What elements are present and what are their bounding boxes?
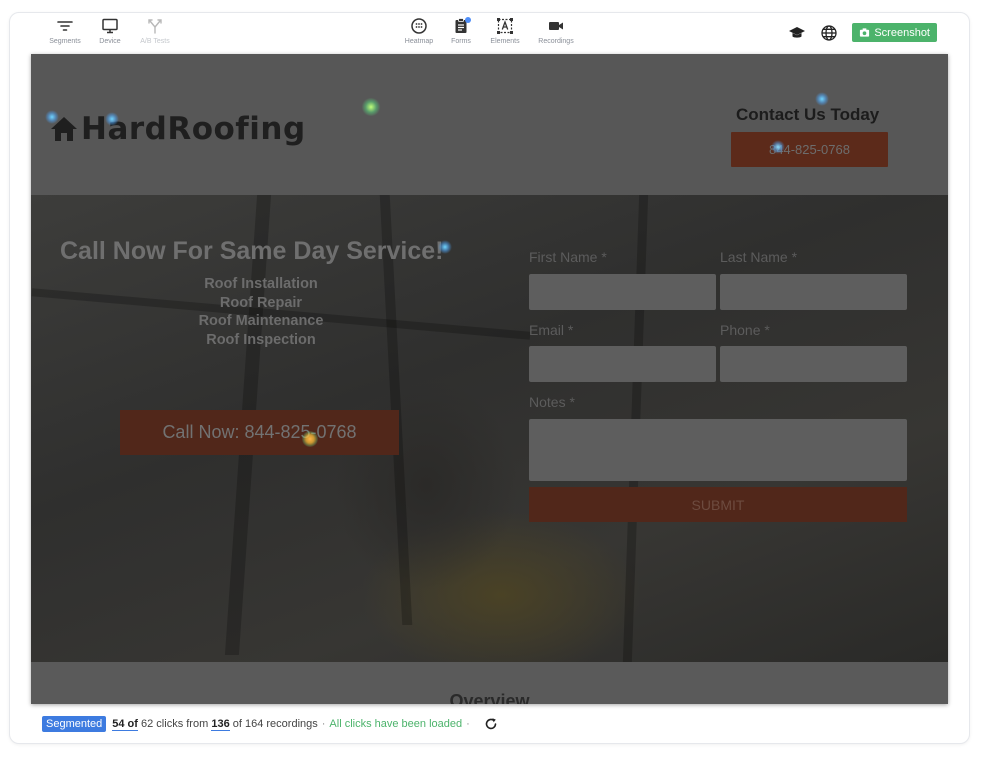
last-name-field[interactable] xyxy=(720,274,907,310)
heatmap-spot xyxy=(302,431,318,447)
email-label: Email * xyxy=(529,322,574,338)
site-logo[interactable]: HardRoofing xyxy=(49,111,306,147)
screenshot-button[interactable]: Screenshot xyxy=(852,23,937,42)
service-item: Roof Installation xyxy=(204,276,318,292)
forms-label: Forms xyxy=(451,38,471,45)
phone-label: Phone * xyxy=(720,322,770,338)
segments-button[interactable]: Segments xyxy=(43,17,87,45)
recordings-text: of 164 recordings xyxy=(232,718,318,730)
filter-icon xyxy=(57,21,73,31)
forms-tab[interactable]: Forms xyxy=(439,17,483,45)
service-item: Roof Repair xyxy=(219,294,303,311)
device-label: Device xyxy=(99,38,121,45)
toolbar: Segments Device A/B Tests Heatmap Forms … xyxy=(10,13,969,53)
service-item: Roof Maintenance xyxy=(198,313,324,329)
ab-tests-button[interactable]: A/B Tests xyxy=(133,17,177,45)
recordings-tab[interactable]: Recordings xyxy=(534,17,578,45)
graduation-cap-icon[interactable] xyxy=(788,24,806,42)
heatmap-spot xyxy=(105,112,119,126)
contact-title: Contact Us Today xyxy=(736,105,880,124)
ab-tests-label: A/B Tests xyxy=(140,38,170,45)
overview-heading: Overview xyxy=(449,691,530,704)
elements-icon xyxy=(497,18,513,34)
elements-label: Elements xyxy=(490,38,520,45)
heatmap-panel: Segments Device A/B Tests Heatmap Forms … xyxy=(9,12,970,744)
heatmap-spot xyxy=(438,240,452,254)
heatmap-spot xyxy=(771,140,785,154)
segments-label: Segments xyxy=(49,38,81,45)
page-preview: HardRoofing Contact Us Today 844-825-076… xyxy=(31,54,948,704)
heatmap-icon xyxy=(411,18,427,34)
notes-label: Notes * xyxy=(529,394,575,410)
recordings-label: Recordings xyxy=(538,38,574,45)
site-header: HardRoofing Contact Us Today 844-825-076… xyxy=(31,54,948,195)
hero-section: Call Now For Same Day Service! Roof Inst… xyxy=(31,195,948,662)
services-list: Roof Installation Roof Repair Roof Maint… xyxy=(161,275,361,349)
clicks-shown: 54 of xyxy=(112,717,138,731)
first-name-label: First Name * xyxy=(529,249,607,265)
heatmap-tab[interactable]: Heatmap xyxy=(397,17,441,45)
heatmap-spot xyxy=(45,110,59,124)
overview-section: Overview xyxy=(31,662,948,704)
globe-icon[interactable] xyxy=(820,24,838,42)
elements-tab[interactable]: Elements xyxy=(483,17,527,45)
notification-dot xyxy=(465,17,471,23)
segmented-badge[interactable]: Segmented xyxy=(42,716,107,732)
loaded-status: All clicks have been loaded xyxy=(329,718,463,730)
screenshot-label: Screenshot xyxy=(874,26,930,39)
toolbar-right: Screenshot xyxy=(788,23,937,42)
phone-field[interactable] xyxy=(720,346,907,382)
separator-dot: · xyxy=(466,718,470,730)
call-now-button[interactable]: Call Now: 844-825-0768 xyxy=(120,410,399,455)
split-icon xyxy=(148,19,162,34)
video-camera-icon xyxy=(549,22,563,30)
refresh-icon[interactable] xyxy=(474,717,498,731)
monitor-icon xyxy=(102,18,118,34)
notes-field[interactable] xyxy=(529,419,907,481)
last-name-label: Last Name * xyxy=(720,249,798,265)
clicks-text: 62 clicks from xyxy=(141,718,209,730)
status-bar: Segmented 54 of 62 clicks from 136 of 16… xyxy=(42,715,498,733)
heatmap-spot xyxy=(361,98,381,116)
email-field[interactable] xyxy=(529,346,716,382)
recordings-shown: 136 xyxy=(211,717,230,731)
first-name-field[interactable] xyxy=(529,274,716,310)
contact-phone-button[interactable]: 844-825-0768 xyxy=(731,132,888,167)
hero-title: Call Now For Same Day Service! xyxy=(60,237,444,265)
service-item: Roof Inspection xyxy=(206,331,316,348)
heatmap-spot xyxy=(815,92,829,106)
separator-dot: · xyxy=(321,718,326,730)
submit-button[interactable]: SUBMIT xyxy=(529,487,907,522)
camera-icon xyxy=(860,28,870,37)
heatmap-label: Heatmap xyxy=(404,38,434,45)
device-button[interactable]: Device xyxy=(88,17,132,45)
